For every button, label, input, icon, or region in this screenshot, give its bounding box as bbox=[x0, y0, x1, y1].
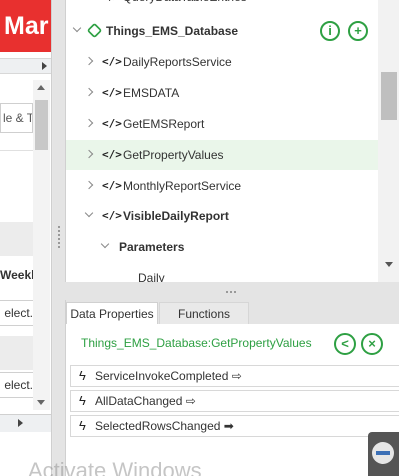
service-icon: </> bbox=[102, 179, 122, 192]
horizontal-scrollbar[interactable] bbox=[0, 58, 51, 74]
info-icon[interactable]: i bbox=[320, 21, 340, 41]
mashup-canvas-panel: Mar le & T Weekly elect. elect. bbox=[0, 0, 52, 476]
remote-support-button[interactable] bbox=[368, 432, 399, 476]
tree-scrollbar[interactable] bbox=[378, 0, 399, 282]
double-arrow-icon bbox=[376, 451, 390, 455]
chevron-right-icon[interactable] bbox=[84, 118, 94, 128]
tree-row-visible-daily-report[interactable]: </> VisibleDailyReport bbox=[66, 201, 378, 231]
tree-row-emsdata[interactable]: </> EMSDATA bbox=[66, 78, 378, 108]
grid-band bbox=[0, 336, 33, 370]
tree-row-label: Things_EMS_Database bbox=[106, 24, 239, 38]
scroll-down-icon[interactable] bbox=[385, 262, 393, 267]
activation-watermark: Activate Windows bbox=[28, 458, 202, 476]
splitter-grip-icon[interactable] bbox=[226, 291, 238, 293]
tree-row-label: </> QueryDataTableEntries bbox=[102, 0, 247, 12]
splitter-grip-icon[interactable] bbox=[58, 226, 60, 248]
tree-row-monthly-report-service[interactable]: </> MonthlyReportService bbox=[66, 171, 378, 201]
scrollbar-thumb[interactable] bbox=[381, 72, 397, 120]
chevron-right-icon[interactable] bbox=[84, 149, 94, 159]
tree-row-things-ems-database[interactable]: Things_EMS_Database i + bbox=[66, 16, 378, 46]
selected-service-title: Things_EMS_Database:GetPropertyValues bbox=[81, 336, 312, 350]
select-dropdown-1[interactable]: elect. bbox=[0, 300, 33, 326]
thing-icon bbox=[86, 22, 103, 39]
horizontal-splitter[interactable] bbox=[65, 282, 399, 300]
chevron-down-icon[interactable] bbox=[84, 208, 94, 218]
mashup-title-banner: Mar bbox=[0, 0, 51, 52]
bind-arrow-icon[interactable]: ⇨ bbox=[232, 369, 242, 383]
chevron-right-icon[interactable] bbox=[84, 87, 94, 97]
tree-row-label: GetPropertyValues bbox=[123, 148, 224, 162]
divider bbox=[0, 150, 33, 151]
tab-data-properties[interactable]: Data Properties bbox=[66, 302, 158, 324]
event-icon: ϟ bbox=[79, 393, 86, 408]
tree-row-label: GetEMSReport bbox=[123, 117, 205, 131]
event-row-all-data-changed[interactable]: ϟ AllDataChanged ⇨ bbox=[70, 390, 399, 412]
tree-row-label: EMSDATA bbox=[123, 86, 180, 100]
service-icon: </> bbox=[102, 209, 122, 222]
tree-row-label: DailyReportsService bbox=[123, 55, 232, 69]
event-row-service-invoke-completed[interactable]: ϟ ServiceInvokeCompleted ⇨ bbox=[70, 365, 399, 387]
tree-row-daily-reports-service[interactable]: </> DailyReportsService bbox=[66, 47, 378, 77]
event-icon: ϟ bbox=[79, 368, 86, 383]
tree-row-label: Parameters bbox=[119, 240, 185, 254]
bottom-scrollbar[interactable] bbox=[0, 414, 51, 432]
weekly-label: Weekly bbox=[0, 268, 33, 282]
tree-row-label: MonthlyReportService bbox=[123, 179, 242, 193]
scroll-right-icon[interactable] bbox=[42, 62, 47, 70]
scroll-down-icon[interactable] bbox=[37, 400, 45, 405]
bind-arrow-icon[interactable]: ➡ bbox=[224, 419, 234, 433]
tab-bar: Data Properties Functions bbox=[66, 300, 399, 324]
tab-functions[interactable]: Functions bbox=[159, 302, 249, 324]
bind-icon[interactable]: < bbox=[334, 333, 356, 355]
data-properties-panel: Data Properties Functions Things_EMS_Dat… bbox=[65, 300, 399, 476]
chevron-down-icon[interactable] bbox=[72, 23, 82, 33]
scrollbar-thumb[interactable] bbox=[35, 100, 48, 150]
event-icon: ϟ bbox=[79, 418, 86, 433]
select-dropdown-2[interactable]: elect. bbox=[0, 372, 33, 398]
remove-icon[interactable]: × bbox=[361, 333, 383, 355]
grid-header-band bbox=[0, 222, 33, 256]
services-tree-panel: </> QueryDataTableEntries Things_EMS_Dat… bbox=[65, 0, 399, 282]
tree-row-get-ems-report[interactable]: </> GetEMSReport bbox=[66, 109, 378, 139]
event-label: ServiceInvokeCompleted ⇨ bbox=[95, 369, 242, 383]
tree-row-label: Daily bbox=[138, 271, 165, 282]
event-label: SelectedRowsChanged ➡ bbox=[95, 419, 234, 433]
tree-row-label: VisibleDailyReport bbox=[123, 209, 229, 223]
scroll-right-icon[interactable] bbox=[18, 419, 23, 427]
search-input[interactable]: le & T bbox=[0, 103, 33, 133]
tree-row-partial[interactable]: </> QueryDataTableEntries bbox=[66, 0, 378, 12]
tree-row-parameters[interactable]: Parameters bbox=[66, 232, 378, 262]
service-icon: </> bbox=[102, 55, 122, 68]
chevron-down-icon[interactable] bbox=[100, 239, 110, 249]
event-label: AllDataChanged ⇨ bbox=[95, 394, 196, 408]
event-row-selected-rows-changed[interactable]: ϟ SelectedRowsChanged ➡ bbox=[70, 415, 399, 437]
service-icon: </> bbox=[102, 148, 122, 161]
service-icon: </> bbox=[102, 117, 122, 130]
add-icon[interactable]: + bbox=[348, 21, 368, 41]
chevron-right-icon[interactable] bbox=[84, 180, 94, 190]
tree-row-daily[interactable]: Daily bbox=[66, 263, 378, 282]
chevron-right-icon[interactable] bbox=[84, 56, 94, 66]
tree-row-get-property-values[interactable]: </> GetPropertyValues bbox=[66, 140, 378, 170]
bind-arrow-icon[interactable]: ⇨ bbox=[186, 394, 196, 408]
scroll-up-icon[interactable] bbox=[37, 85, 45, 90]
vertical-splitter[interactable] bbox=[53, 0, 65, 476]
vertical-scrollbar[interactable] bbox=[33, 80, 50, 410]
service-icon: </> bbox=[102, 86, 122, 99]
